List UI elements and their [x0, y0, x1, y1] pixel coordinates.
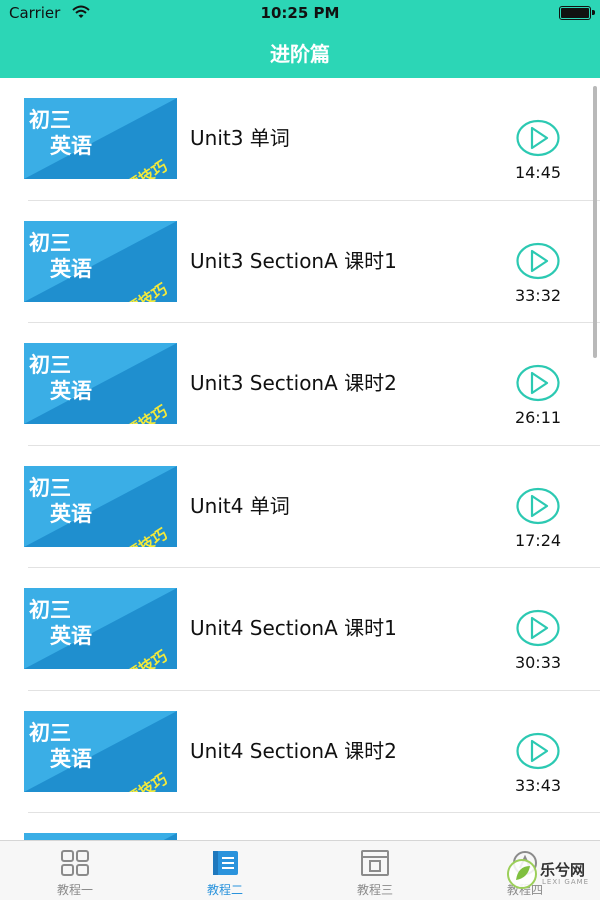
watermark-subtext: LEXI GAME	[542, 878, 590, 886]
lesson-row[interactable]: 初三英语解题技巧 Unit4 单词 17:24	[0, 446, 600, 569]
status-time: 10:25 PM	[260, 4, 340, 22]
lesson-title: Unit4 单词	[190, 493, 290, 518]
course-thumbnail[interactable]: 初三英语解题技巧	[24, 98, 177, 179]
thumbnail-tag: 解题技巧	[109, 768, 171, 791]
leaf-logo-icon	[507, 859, 537, 889]
thumbnail-line2: 英语	[50, 746, 92, 771]
page-title: 进阶篇	[270, 42, 330, 66]
lesson-row[interactable]: 初三英语解题技巧 Unit3 单词 14:45	[0, 78, 600, 201]
header-bar: Carrier 10:25 PM 进阶篇	[0, 0, 600, 78]
tab-label: 教程一	[56, 883, 93, 897]
lesson-duration: 26:11	[514, 408, 562, 427]
lesson-row-partial[interactable]	[0, 813, 600, 840]
lesson-duration: 30:33	[514, 653, 562, 672]
lesson-row[interactable]: 初三英语解题技巧 Unit4 SectionA 课时2 33:43	[0, 691, 600, 814]
thumbnail-tag: 解题技巧	[109, 645, 171, 669]
course-thumbnail[interactable]: 初三英语解题技巧	[24, 465, 177, 547]
tab-tutorial-2[interactable]: 教程二	[175, 849, 275, 899]
play-icon[interactable]	[515, 364, 561, 402]
tab-tutorial-1[interactable]: 教程一	[25, 849, 125, 899]
play-icon[interactable]	[515, 242, 561, 280]
thumbnail-line2: 英语	[50, 501, 92, 526]
app-screen: Carrier 10:25 PM 进阶篇 初三英语解题技巧 Unit3 单词 14:…	[0, 0, 600, 900]
course-thumbnail[interactable]: 初三英语解题技巧	[24, 343, 177, 424]
play-icon[interactable]	[515, 609, 561, 647]
lesson-duration: 33:43	[514, 775, 562, 795]
lesson-row[interactable]: 初三英语解题技巧 Unit3 SectionA 课时1 33:32	[0, 201, 600, 324]
thumbnail-tag: 解题技巧	[109, 523, 171, 546]
lesson-title: Unit4 SectionA 课时2	[190, 738, 397, 763]
play-icon[interactable]	[515, 732, 561, 770]
play-icon[interactable]	[515, 487, 561, 525]
lesson-duration: 14:45	[514, 163, 562, 182]
thumbnail-line2: 英语	[50, 624, 92, 648]
status-bar: Carrier 10:25 PM	[0, 0, 600, 26]
thumbnail-line2: 英语	[50, 379, 92, 403]
scrollbar[interactable]	[593, 86, 597, 358]
thumbnail-line2: 英语	[50, 256, 92, 281]
course-thumbnail[interactable]	[24, 833, 177, 840]
watermark-text: 乐兮网	[540, 861, 586, 879]
grid-icon	[61, 850, 89, 876]
tab-label: 教程二	[206, 883, 243, 897]
lesson-duration: 33:32	[514, 285, 562, 305]
lesson-duration: 17:24	[514, 530, 562, 550]
thumbnail-tag: 解题技巧	[109, 400, 171, 424]
watermark-logo: 乐兮网 LEXI GAME	[506, 856, 600, 896]
course-thumbnail[interactable]: 初三英语解题技巧	[24, 710, 177, 792]
lesson-row[interactable]: 初三英语解题技巧 Unit4 SectionA 课时1 30:33	[0, 568, 600, 691]
lesson-title: Unit4 SectionA 课时1	[190, 616, 397, 640]
battery-icon	[559, 6, 595, 20]
thumbnail-tag: 解题技巧	[109, 155, 171, 179]
course-thumbnail[interactable]: 初三英语解题技巧	[24, 220, 177, 302]
lesson-list[interactable]: 初三英语解题技巧 Unit3 单词 14:45 初三英语解题技巧 Unit3 Secti…	[0, 78, 600, 840]
thumbnail-tag: 解题技巧	[109, 278, 171, 301]
tab-label: 教程三	[356, 883, 393, 897]
course-thumbnail[interactable]: 初三英语解题技巧	[24, 588, 177, 669]
book-icon	[213, 851, 238, 875]
play-icon[interactable]	[515, 119, 561, 157]
lesson-title: Unit3 单词	[190, 126, 290, 150]
lesson-row[interactable]: 初三英语解题技巧 Unit3 SectionA 课时2 26:11	[0, 323, 600, 446]
window-icon	[361, 850, 389, 876]
tab-tutorial-3[interactable]: 教程三	[325, 849, 425, 899]
thumbnail-line2: 英语	[50, 134, 92, 158]
lesson-title: Unit3 SectionA 课时1	[190, 248, 397, 273]
lesson-title: Unit3 SectionA 课时2	[190, 371, 397, 395]
